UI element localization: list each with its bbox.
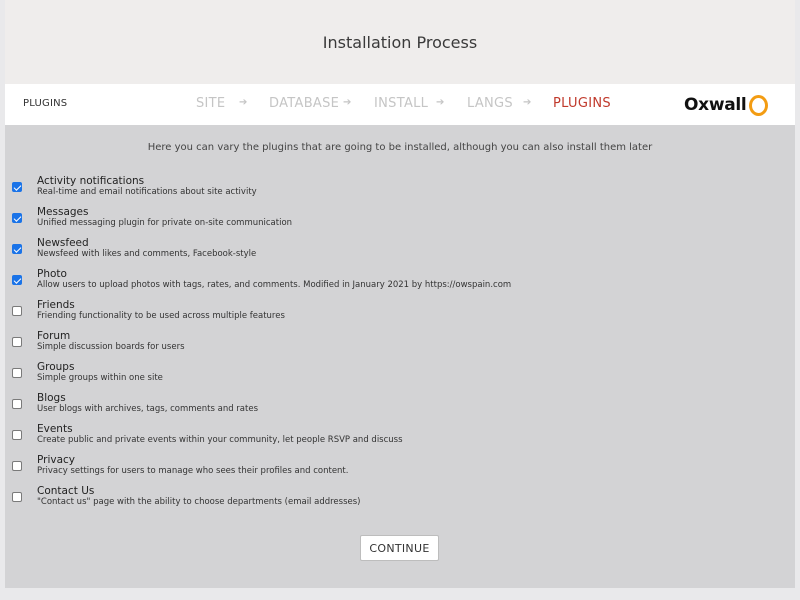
plugin-name: Groups — [37, 361, 75, 373]
plugin-checkbox[interactable] — [12, 306, 22, 316]
plugin-item: Events Create public and private events … — [5, 423, 795, 458]
plugin-name: Events — [37, 423, 73, 435]
plugin-item: Blogs User blogs with archives, tags, co… — [5, 392, 795, 427]
plugin-name: Privacy — [37, 454, 76, 466]
installer-frame: Installation Process PLUGINS SITE ➔ DATA… — [5, 0, 795, 588]
plugin-checkbox[interactable] — [12, 492, 22, 502]
plugin-item: Groups Simple groups within one site — [5, 361, 795, 396]
arrow-right-icon: ➔ — [436, 97, 445, 108]
logo-text: Oxwall — [684, 95, 747, 115]
plugin-name: Friends — [37, 299, 75, 311]
plugin-description: "Contact us" page with the ability to ch… — [37, 497, 361, 507]
plugin-checkbox[interactable] — [12, 368, 22, 378]
plugin-description: User blogs with archives, tags, comments… — [37, 404, 258, 414]
continue-button[interactable]: CONTINUE — [360, 535, 439, 561]
oxwall-logo: Oxwall — [684, 93, 769, 117]
plugin-item: Photo Allow users to upload photos with … — [5, 268, 795, 303]
plugin-description: Real-time and email notifications about … — [37, 187, 257, 197]
arrow-right-icon: ➔ — [523, 97, 532, 108]
plugin-checkbox[interactable] — [12, 182, 22, 192]
plugin-checkbox[interactable] — [12, 461, 22, 471]
plugin-item: Activity notifications Real-time and ema… — [5, 175, 795, 210]
plugin-description: Privacy settings for users to manage who… — [37, 466, 349, 476]
plugin-description: Friending functionality to be used acros… — [37, 311, 285, 321]
plugin-item: Forum Simple discussion boards for users — [5, 330, 795, 365]
plugin-checkbox[interactable] — [12, 213, 22, 223]
plugin-description: Allow users to upload photos with tags, … — [37, 280, 512, 290]
step-langs: LANGS — [467, 96, 513, 111]
plugin-item: Privacy Privacy settings for users to ma… — [5, 454, 795, 489]
plugin-item: Friends Friending functionality to be us… — [5, 299, 795, 334]
arrow-right-icon: ➔ — [343, 97, 352, 108]
plugin-checkbox[interactable] — [12, 275, 22, 285]
plugin-description: Create public and private events within … — [37, 435, 403, 445]
step-plugins: PLUGINS — [553, 96, 611, 111]
steps-bar: PLUGINS SITE ➔ DATABASE ➔ INSTALL ➔ LANG… — [5, 84, 795, 125]
plugin-checkbox[interactable] — [12, 399, 22, 409]
plugin-checkbox[interactable] — [12, 337, 22, 347]
plugin-name: Messages — [37, 206, 89, 218]
plugin-description: Unified messaging plugin for private on-… — [37, 218, 293, 228]
page-title: Installation Process — [322, 33, 478, 52]
plugin-name: Newsfeed — [37, 237, 89, 249]
plugin-name: Blogs — [37, 392, 66, 404]
plugin-name: Contact Us — [37, 485, 95, 497]
current-step-label: PLUGINS — [23, 98, 68, 109]
plugin-name: Forum — [37, 330, 71, 342]
arrow-right-icon: ➔ — [239, 97, 248, 108]
plugin-name: Activity notifications — [37, 175, 145, 187]
step-database: DATABASE — [269, 96, 340, 111]
plugin-checkbox[interactable] — [12, 244, 22, 254]
step-site: SITE — [196, 96, 226, 111]
logo-ring-icon — [749, 94, 769, 116]
header: Installation Process — [5, 0, 795, 84]
step-install: INSTALL — [374, 96, 429, 111]
plugin-checkbox[interactable] — [12, 430, 22, 440]
plugin-description: Simple groups within one site — [37, 373, 163, 383]
intro-text: Here you can vary the plugins that are g… — [147, 142, 653, 153]
plugin-description: Newsfeed with likes and comments, Facebo… — [37, 249, 257, 259]
plugin-name: Photo — [37, 268, 67, 280]
plugin-description: Simple discussion boards for users — [37, 342, 185, 352]
plugin-item: Messages Unified messaging plugin for pr… — [5, 206, 795, 241]
plugin-item: Contact Us "Contact us" page with the ab… — [5, 485, 795, 520]
plugin-item: Newsfeed Newsfeed with likes and comment… — [5, 237, 795, 272]
